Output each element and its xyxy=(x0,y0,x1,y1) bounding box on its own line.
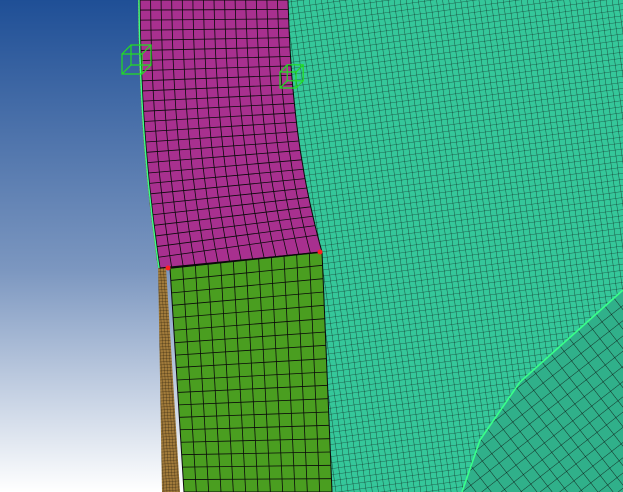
node-marker-icon xyxy=(317,249,323,255)
mesh-viewport[interactable] xyxy=(0,0,623,492)
mesh-scene[interactable] xyxy=(0,0,623,492)
node-marker-icon xyxy=(165,265,171,271)
lower-part-surface xyxy=(169,251,333,492)
